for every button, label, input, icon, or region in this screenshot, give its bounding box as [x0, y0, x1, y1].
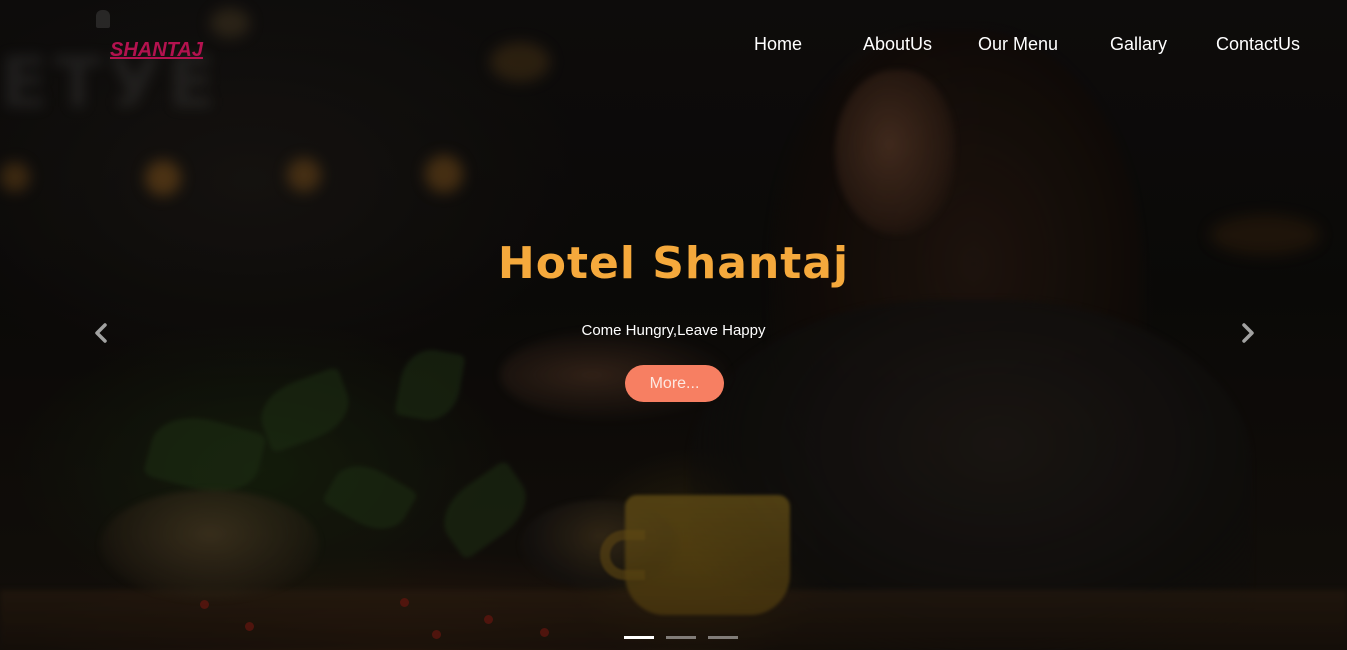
- nav-link-contact-us[interactable]: ContactUs: [1216, 34, 1300, 55]
- carousel-indicator[interactable]: [624, 636, 654, 639]
- nav-link-about-us[interactable]: AboutUs: [863, 34, 932, 55]
- nav-link-home[interactable]: Home: [754, 34, 802, 55]
- carousel-indicator[interactable]: [666, 636, 696, 639]
- carousel-next-button[interactable]: [1233, 318, 1263, 348]
- main-nav: Home AboutUs Our Menu Gallary ContactUs: [0, 34, 1347, 58]
- logo-mark-icon: [96, 10, 110, 28]
- nav-link-gallery[interactable]: Gallary: [1110, 34, 1167, 55]
- more-button[interactable]: More...: [625, 365, 724, 402]
- hero-subtitle: Come Hungry,Leave Happy: [581, 322, 766, 339]
- chevron-right-icon: [1242, 323, 1254, 343]
- chevron-left-icon: [95, 323, 107, 343]
- carousel-prev-button[interactable]: [86, 318, 116, 348]
- hero-carousel: ЕТУЕ SHANTAJ Home AboutUs Our Menu Galla…: [0, 0, 1347, 650]
- nav-link-our-menu[interactable]: Our Menu: [978, 34, 1058, 55]
- carousel-indicator[interactable]: [708, 636, 738, 639]
- carousel-indicators: [624, 636, 738, 639]
- hero-title: Hotel Shantaj: [497, 238, 850, 289]
